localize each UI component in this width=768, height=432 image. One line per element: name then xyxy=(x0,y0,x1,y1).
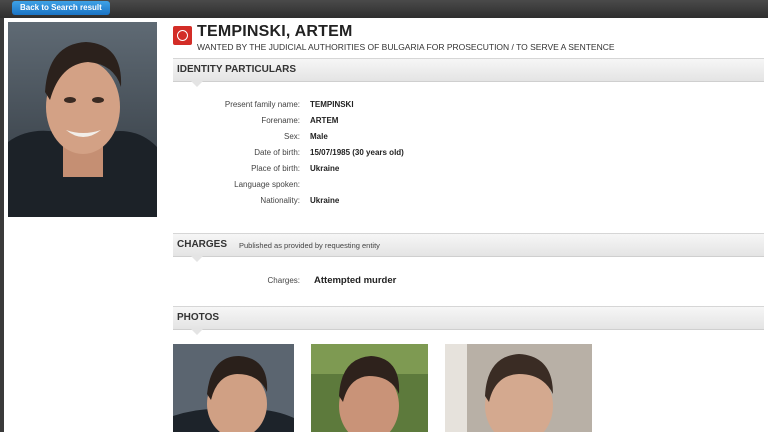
row-label: Nationality: xyxy=(260,196,300,205)
row-label: Present family name: xyxy=(224,100,300,109)
row-label: Forename: xyxy=(261,116,300,125)
top-toolbar: Back to Search result xyxy=(0,0,768,18)
header-notch xyxy=(191,81,203,87)
identity-row-date-of-birth: Date of birth: 15/07/1985 (30 years old) xyxy=(173,148,764,162)
identity-row-language: Language spoken: xyxy=(173,180,764,194)
photos-section-header: PHOTOS xyxy=(173,306,764,335)
row-value: Male xyxy=(310,132,328,141)
charges-value: Attempted murder xyxy=(314,275,397,286)
identity-heading: IDENTITY PARTICULARS xyxy=(177,64,297,75)
photos-heading: PHOTOS xyxy=(177,312,220,323)
identity-row-nationality: Nationality: Ukraine xyxy=(173,196,764,210)
identity-row-sex: Sex: Male xyxy=(173,132,764,146)
header-notch xyxy=(191,329,203,335)
wanted-subtitle: WANTED BY THE JUDICIAL AUTHORITIES OF BU… xyxy=(197,42,615,52)
row-label: Language spoken: xyxy=(234,180,300,189)
row-value: ARTEM xyxy=(310,116,339,125)
row-value: Ukraine xyxy=(310,196,340,205)
row-value: 15/07/1985 (30 years old) xyxy=(310,148,404,157)
row-value: Ukraine xyxy=(310,164,340,173)
header-notch xyxy=(191,256,203,262)
identity-row-family-name: Present family name: TEMPINSKI xyxy=(173,100,764,114)
identity-row-place-of-birth: Place of birth: Ukraine xyxy=(173,164,764,178)
charges-note: Published as provided by requesting enti… xyxy=(239,241,380,250)
charges-section-header: CHARGES Published as provided by request… xyxy=(173,233,764,262)
row-value: TEMPINSKI xyxy=(310,100,354,109)
charges-heading: CHARGES xyxy=(177,239,228,250)
photo-thumbnail-1[interactable] xyxy=(173,344,294,432)
notice-panel: TEMPINSKI, ARTEM WANTED BY THE JUDICIAL … xyxy=(4,18,768,432)
charges-label: Charges: xyxy=(267,276,300,285)
row-label: Sex: xyxy=(283,132,300,141)
identity-section-header: IDENTITY PARTICULARS xyxy=(173,58,764,87)
identity-row-forename: Forename: ARTEM xyxy=(173,116,764,130)
wanted-emblem-icon xyxy=(173,26,192,45)
person-name: TEMPINSKI, ARTEM xyxy=(197,23,353,40)
row-label: Date of birth: xyxy=(254,148,300,157)
charges-row: Charges: Attempted murder xyxy=(173,275,764,290)
back-to-search-button[interactable]: Back to Search result xyxy=(12,1,110,15)
photo-thumbnail-2[interactable] xyxy=(311,344,428,432)
main-photo[interactable] xyxy=(8,22,157,217)
row-label: Place of birth: xyxy=(251,164,300,173)
photo-thumbnail-3[interactable] xyxy=(445,344,592,432)
